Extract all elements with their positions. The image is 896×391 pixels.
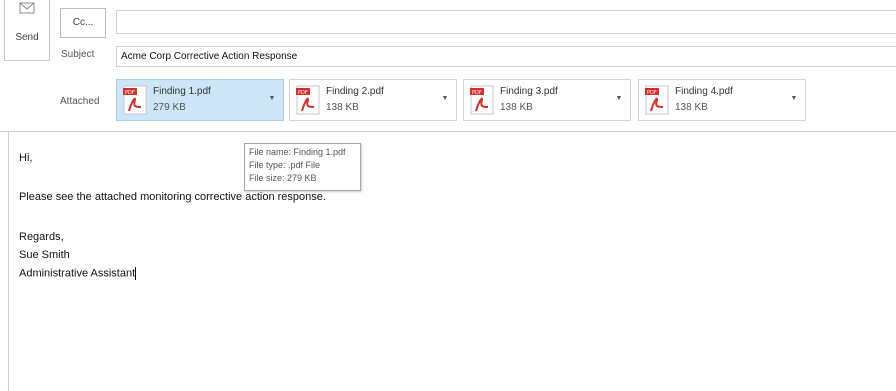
attachment-name: Finding 3.pdf [500,86,558,97]
attachment-finding-1[interactable]: PDF Finding 1.pdf 279 KB ▼ [116,79,284,121]
cc-field[interactable] [116,10,896,34]
subject-label: Subject [61,49,95,60]
closing-text: Regards, [19,231,64,243]
message-body[interactable]: Hi, Please see the attached monitoring c… [8,132,896,391]
tooltip-file-type: File type: .pdf File [249,160,321,170]
pdf-file-icon: PDF [296,85,320,115]
send-button[interactable]: Send [4,0,50,61]
svg-text:PDF: PDF [472,90,482,96]
attachment-finding-4[interactable]: PDF Finding 4.pdf 138 KB ▼ [638,79,806,121]
attachment-tooltip: File name: Finding 1.pdf File type: .pdf… [244,143,361,191]
attachment-finding-3[interactable]: PDF Finding 3.pdf 138 KB ▼ [463,79,631,121]
attachment-name: Finding 2.pdf [326,86,384,97]
attachment-name: Finding 4.pdf [675,86,733,97]
attachment-size: 279 KB [153,102,186,113]
compose-header: Send Cc... Subject Acme Corp Corrective … [0,0,896,131]
chevron-down-icon[interactable]: ▼ [789,94,799,104]
tooltip-file-size: File size: 279 KB [249,173,317,183]
tooltip-file-name: File name: Finding 1.pdf [249,147,346,157]
attachment-size: 138 KB [500,102,533,113]
cc-button[interactable]: Cc... [60,8,106,38]
text-caret [135,267,137,280]
send-icon [19,2,35,14]
pdf-file-icon: PDF [470,85,494,115]
chevron-down-icon[interactable]: ▼ [614,94,624,104]
attached-label: Attached [60,96,100,107]
pdf-file-icon: PDF [645,85,669,115]
chevron-down-icon[interactable]: ▼ [440,94,450,104]
greeting-text: Hi, [19,152,33,164]
message-line: Please see the attached monitoring corre… [19,191,326,203]
svg-text:PDF: PDF [125,90,135,96]
chevron-down-icon[interactable]: ▼ [267,94,277,104]
svg-text:PDF: PDF [298,90,308,96]
attachment-size: 138 KB [326,102,359,113]
attachment-finding-2[interactable]: PDF Finding 2.pdf 138 KB ▼ [289,79,457,121]
attachment-size: 138 KB [675,102,708,113]
pdf-file-icon: PDF [123,85,147,115]
subject-field[interactable]: Acme Corp Corrective Action Response [116,46,896,67]
svg-text:PDF: PDF [647,90,657,96]
attachment-name: Finding 1.pdf [153,86,211,97]
send-label: Send [15,32,39,43]
signature-title: Administrative Assistant [19,267,137,280]
signature-title-text: Administrative Assistant [19,267,136,280]
signature-name: Sue Smith [19,249,70,261]
